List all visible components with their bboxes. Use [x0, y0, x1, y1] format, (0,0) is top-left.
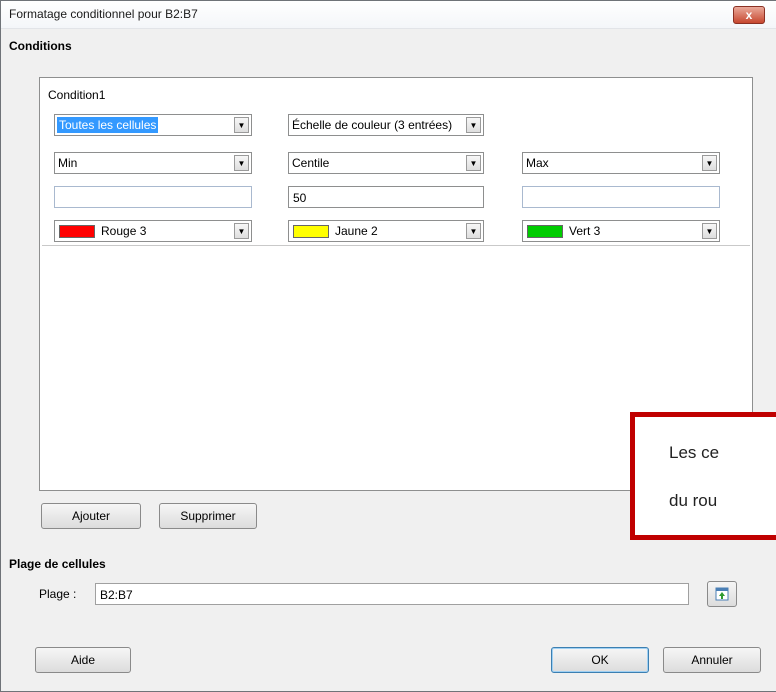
- yellow-swatch: [293, 225, 329, 238]
- chevron-down-icon: ▼: [466, 117, 481, 133]
- cell-scope-dropdown[interactable]: Toutes les cellules ▼: [54, 114, 252, 136]
- mid-color-dropdown[interactable]: Jaune 2 ▼: [288, 220, 484, 242]
- range-heading: Plage de cellules: [9, 557, 106, 571]
- conditional-format-dialog: Formatage conditionnel pour B2:B7 x Cond…: [0, 0, 776, 692]
- min-type-value: Min: [58, 156, 78, 170]
- range-value: B2:B7: [100, 588, 133, 602]
- green-swatch: [527, 225, 563, 238]
- annotation-callout: Les ce du rou: [630, 412, 776, 540]
- mid-value-input[interactable]: 50: [288, 186, 484, 208]
- min-value-input[interactable]: [54, 186, 252, 208]
- shrink-icon: [715, 587, 729, 601]
- close-icon: x: [745, 8, 753, 22]
- window-title: Formatage conditionnel pour B2:B7: [9, 7, 198, 21]
- condition-title: Condition1: [48, 88, 106, 102]
- red-swatch: [59, 225, 95, 238]
- chevron-down-icon: ▼: [466, 223, 481, 239]
- chevron-down-icon: ▼: [702, 155, 717, 171]
- max-type-dropdown[interactable]: Max ▼: [522, 152, 720, 174]
- chevron-down-icon: ▼: [234, 223, 249, 239]
- mid-value: 50: [293, 191, 307, 205]
- chevron-down-icon: ▼: [234, 117, 249, 133]
- max-value-input[interactable]: [522, 186, 720, 208]
- min-color-dropdown[interactable]: Rouge 3 ▼: [54, 220, 252, 242]
- delete-button[interactable]: Supprimer: [159, 503, 257, 529]
- format-type-value: Échelle de couleur (3 entrées): [292, 118, 453, 132]
- delete-button-label: Supprimer: [180, 509, 236, 523]
- ok-button-label: OK: [591, 653, 609, 667]
- conditions-heading: Conditions: [9, 39, 72, 53]
- chevron-down-icon: ▼: [702, 223, 717, 239]
- close-button[interactable]: x: [733, 6, 765, 24]
- help-button-label: Aide: [70, 653, 96, 667]
- cell-scope-value: Toutes les cellules: [57, 117, 159, 133]
- chevron-down-icon: ▼: [234, 155, 249, 171]
- add-button[interactable]: Ajouter: [41, 503, 141, 529]
- max-color-dropdown[interactable]: Vert 3 ▼: [522, 220, 720, 242]
- chevron-down-icon: ▼: [466, 155, 481, 171]
- format-type-dropdown[interactable]: Échelle de couleur (3 entrées) ▼: [288, 114, 484, 136]
- range-input[interactable]: B2:B7: [95, 583, 689, 605]
- add-button-label: Ajouter: [71, 509, 111, 523]
- cancel-button-label: Annuler: [691, 653, 733, 667]
- title-bar[interactable]: Formatage conditionnel pour B2:B7 x: [1, 1, 776, 29]
- max-color-label: Vert 3: [569, 224, 601, 238]
- max-type-value: Max: [526, 156, 549, 170]
- ok-button[interactable]: OK: [551, 647, 649, 673]
- condition-entry: Condition1 Toutes les cellules ▼ Échelle…: [42, 80, 750, 246]
- min-color-label: Rouge 3: [101, 224, 147, 238]
- range-field-label: Plage :: [39, 587, 77, 601]
- cancel-button[interactable]: Annuler: [663, 647, 761, 673]
- help-button[interactable]: Aide: [35, 647, 131, 673]
- callout-line-2: du rou: [669, 491, 718, 510]
- mid-type-dropdown[interactable]: Centile ▼: [288, 152, 484, 174]
- mid-type-value: Centile: [292, 156, 330, 170]
- min-type-dropdown[interactable]: Min ▼: [54, 152, 252, 174]
- mid-color-label: Jaune 2: [335, 224, 378, 238]
- shrink-button[interactable]: [707, 581, 737, 607]
- callout-line-1: Les ce: [669, 443, 720, 462]
